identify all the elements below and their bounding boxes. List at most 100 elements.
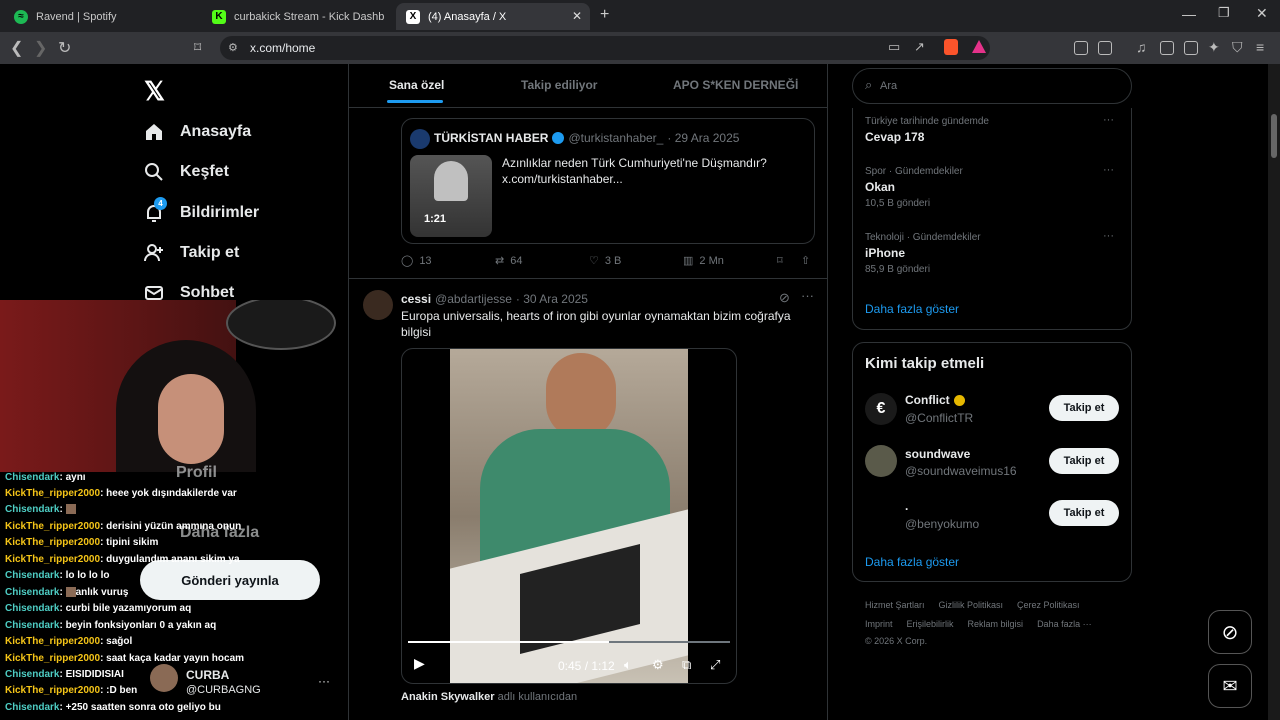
- scrollbar[interactable]: [1268, 64, 1280, 720]
- quoted-post[interactable]: TÜRKİSTAN HABER @turkistanhaber_ · 29 Ar…: [401, 118, 815, 244]
- follow-button[interactable]: Takip et: [1049, 500, 1119, 526]
- nav-label: Takip et: [180, 244, 240, 261]
- share-icon[interactable]: ↗: [914, 39, 925, 55]
- messages-float-button[interactable]: ✉: [1208, 664, 1252, 708]
- thumbnail-person: [434, 161, 468, 201]
- author-name[interactable]: cessi: [401, 292, 431, 306]
- trend-context: Teknoloji · Gündemdekiler: [865, 232, 981, 243]
- nav-notifications[interactable]: 4 Bildirimler: [144, 197, 259, 223]
- show-more-link[interactable]: Daha fazla göster: [865, 555, 959, 569]
- tab-spotify[interactable]: ≈ Ravend | Spotify: [4, 3, 200, 30]
- more-icon[interactable]: ···: [1103, 164, 1114, 176]
- back-icon[interactable]: ❮: [10, 38, 23, 58]
- post-text: Europa universalis, hearts of iron gibi …: [401, 309, 791, 339]
- follow-button[interactable]: Takip et: [1049, 395, 1119, 421]
- nav-home[interactable]: Anasayfa: [144, 122, 251, 142]
- more-icon[interactable]: ···: [801, 288, 814, 303]
- footer-link[interactable]: Hizmet Şartları: [865, 600, 925, 610]
- copyright: © 2026 X Corp.: [865, 636, 928, 646]
- video-thumbnail[interactable]: 1:21: [410, 155, 492, 237]
- chat-user: Chisendark: [5, 504, 60, 515]
- tab-for-you[interactable]: Sana özel: [389, 78, 444, 92]
- tab-community[interactable]: APO S*KEN DERNEĞİ: [673, 78, 798, 92]
- trend-item[interactable]: Teknoloji · Gündemdekiler iPhone 85,9 B …: [865, 232, 981, 275]
- scrollbar-thumb[interactable]: [1271, 114, 1277, 158]
- more-icon[interactable]: ···: [1103, 230, 1114, 242]
- repost-button[interactable]: ⇄ 64: [495, 254, 522, 268]
- nav-explore[interactable]: Keşfet: [144, 162, 229, 182]
- nav-label: Keşfet: [180, 163, 229, 180]
- share-button[interactable]: ⇧: [801, 254, 810, 267]
- footer-link[interactable]: Imprint: [865, 619, 893, 629]
- fullscreen-icon[interactable]: ⤢: [710, 657, 720, 673]
- follow-button[interactable]: Takip et: [1049, 448, 1119, 474]
- new-tab-button[interactable]: +: [600, 6, 609, 24]
- brave-rewards-icon[interactable]: [972, 40, 986, 53]
- x-logo-icon[interactable]: 𝕏: [144, 76, 165, 107]
- views-button[interactable]: ▥ 2 Mn: [683, 254, 724, 268]
- forward-icon[interactable]: ❯: [34, 38, 47, 58]
- footer-link[interactable]: Reklam bilgisi: [968, 619, 1024, 629]
- search-input[interactable]: ⌕ Ara: [852, 68, 1132, 104]
- footer-link[interactable]: Gizlilik Politikası: [939, 600, 1004, 610]
- author-handle[interactable]: @abdartijesse: [435, 292, 512, 306]
- menu-icon[interactable]: ≡: [1256, 39, 1264, 55]
- leo-ai-icon[interactable]: ✦: [1208, 39, 1220, 56]
- trend-item[interactable]: Spor · Gündemdekiler Okan 10,5 B gönderi: [865, 166, 963, 209]
- tab-following[interactable]: Takip ediliyor: [521, 78, 597, 92]
- footer-link[interactable]: Erişilebilirlik: [907, 619, 954, 629]
- brave-shield-icon[interactable]: [944, 39, 958, 55]
- mail-icon: ✉: [1222, 675, 1238, 696]
- avatar[interactable]: €: [865, 393, 897, 425]
- trend-item[interactable]: Türkiye tarihinde gündemde Cevap 178: [865, 116, 989, 144]
- account-name[interactable]: .: [905, 499, 908, 513]
- footer-link[interactable]: Daha fazla ···: [1037, 619, 1092, 629]
- play-icon[interactable]: ▶: [414, 655, 425, 672]
- sidebar-icon[interactable]: [1160, 41, 1174, 55]
- heart-icon: ♡: [589, 255, 599, 267]
- window-close-button[interactable]: ✕: [1256, 5, 1268, 22]
- tab-kick[interactable]: K curbakick Stream - Kick Dashboa: [202, 3, 394, 30]
- post-date[interactable]: · 30 Ara 2025: [516, 292, 588, 306]
- site-info-icon[interactable]: ⚙: [228, 41, 238, 54]
- account-handle: @ConflictTR: [905, 411, 974, 425]
- maximize-button[interactable]: ❐: [1218, 5, 1230, 21]
- close-icon[interactable]: ✕: [572, 9, 582, 23]
- browser-tab-bar: ≈ Ravend | Spotify K curbakick Stream - …: [0, 0, 1280, 32]
- footer-link[interactable]: Çerez Politikası: [1017, 600, 1080, 610]
- show-more-link[interactable]: Daha fazla göster: [865, 302, 959, 316]
- like-button[interactable]: ♡ 3 B: [589, 254, 621, 268]
- tab-x[interactable]: X (4) Anasayfa / X ✕: [396, 3, 590, 30]
- chat-message: lo lo lo lo: [65, 570, 110, 581]
- address-bar[interactable]: ⚙ x.com/home ▭ ↗: [220, 36, 990, 60]
- url-text[interactable]: x.com/home: [250, 41, 315, 55]
- music-icon[interactable]: ♫: [1136, 39, 1147, 55]
- reload-icon[interactable]: ↻: [58, 38, 71, 58]
- grok-float-button[interactable]: ⊘: [1208, 610, 1252, 654]
- reply-button[interactable]: ◯ 13: [401, 254, 432, 268]
- nav-follow[interactable]: Takip et: [144, 243, 239, 263]
- minimize-button[interactable]: —: [1182, 6, 1196, 22]
- chat-user: KickThe_ripper2000: [5, 685, 101, 696]
- avatar[interactable]: [363, 290, 393, 320]
- extensions-icon[interactable]: [1074, 41, 1088, 55]
- next-author[interactable]: Anakin Skywalker: [401, 691, 495, 703]
- pip-icon[interactable]: ⧉: [682, 657, 691, 673]
- grok-icon[interactable]: ⊘: [779, 290, 790, 306]
- bookmark-icon[interactable]: ⌑: [194, 39, 201, 56]
- video-progress-track[interactable]: [408, 641, 730, 643]
- avatar[interactable]: [865, 445, 897, 477]
- more-icon[interactable]: ···: [1103, 114, 1114, 126]
- video-player[interactable]: ▶ 0:45 / 1:12 🔈︎ ⚙ ⧉ ⤢: [401, 348, 737, 684]
- bookmark-button[interactable]: ⌑: [777, 254, 783, 267]
- wallet-icon[interactable]: [1184, 41, 1198, 55]
- account-name[interactable]: soundwave: [905, 447, 970, 461]
- vpn-icon[interactable]: ⛉: [1232, 39, 1243, 56]
- cast-icon[interactable]: ▭: [888, 39, 900, 55]
- volume-icon[interactable]: 🔈︎: [624, 657, 632, 673]
- share-icon: ⇧: [801, 255, 811, 267]
- feed-column: Sana özel Takip ediliyor APO S*KEN DERNE…: [348, 64, 828, 720]
- account-name[interactable]: Conflict: [905, 393, 965, 407]
- tab-search-icon[interactable]: [1098, 41, 1112, 55]
- settings-icon[interactable]: ⚙: [652, 657, 664, 673]
